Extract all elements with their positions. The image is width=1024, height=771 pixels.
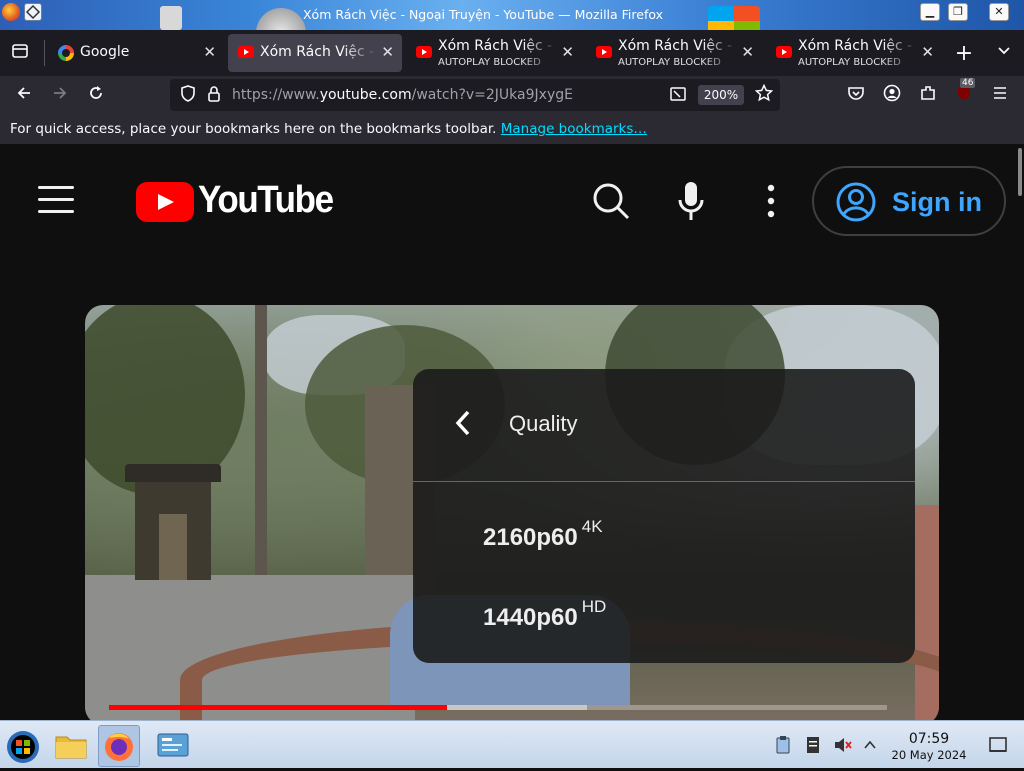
notes-icon[interactable] (804, 735, 822, 759)
close-tab-icon[interactable]: ✕ (921, 43, 934, 61)
system-settings-icon[interactable] (152, 725, 194, 767)
youtube-wordmark: YouTube (198, 179, 334, 221)
extensions-icon[interactable] (916, 84, 940, 107)
tab-strip: Google ✕ Xóm Rách Việc - N ✕ Xóm Rách Vi… (0, 30, 1024, 76)
bookmarks-message: For quick access, place your bookmarks h… (10, 121, 647, 137)
clipboard-icon[interactable] (774, 735, 792, 759)
window-titlebar: Xóm Rách Việc - Ngoại Truyện - YouTube —… (0, 0, 1024, 30)
zoom-level-button[interactable]: 200% (698, 85, 744, 105)
tab-fade (702, 34, 738, 72)
quality-option-label: 1440p60 (483, 604, 578, 631)
window-title: Xóm Rách Việc - Ngoại Truyện - YouTube —… (302, 7, 664, 22)
quality-option-2160p60[interactable]: 2160p60 4K (483, 517, 603, 552)
account-icon[interactable] (880, 84, 904, 107)
tab-fade (342, 34, 378, 72)
close-tab-icon[interactable]: ✕ (203, 43, 216, 61)
navigation-toolbar: https://www.youtube.com/watch?v=2JUka9Jx… (0, 76, 1024, 114)
tab-youtube-2[interactable]: Xóm Rách Việc - N AUTOPLAY BLOCKED ✕ (406, 34, 582, 72)
youtube-play-icon (136, 182, 194, 222)
bookmark-star-icon[interactable] (752, 83, 776, 107)
manage-bookmarks-link[interactable]: Manage bookmarks… (501, 121, 647, 137)
youtube-icon (416, 46, 432, 58)
hamburger-menu-icon[interactable] (38, 186, 74, 214)
tab-fade (522, 34, 558, 72)
user-avatar-icon (836, 182, 876, 226)
extension-badge: 46 (960, 78, 976, 88)
sign-in-label: Sign in (892, 187, 982, 217)
video-progress-bar[interactable] (109, 705, 887, 710)
chevron-up-icon[interactable] (862, 737, 878, 757)
pocket-icon[interactable] (844, 84, 868, 107)
more-options-icon[interactable] (766, 184, 776, 222)
volume-muted-icon[interactable] (832, 735, 852, 759)
taskbar: 07:59 20 May 2024 (0, 720, 1024, 768)
ublock-icon[interactable]: 46 (952, 78, 976, 107)
tab-google[interactable]: Google ✕ (48, 34, 224, 72)
youtube-icon (238, 46, 254, 58)
url-bar[interactable]: https://www.youtube.com/watch?v=2JUka9Jx… (170, 79, 780, 111)
youtube-page: YouTube Sign in Quality 2160p60 4K 1440p… (0, 144, 1024, 720)
video-scene (125, 464, 221, 580)
youtube-icon (596, 46, 612, 58)
back-icon[interactable] (12, 84, 36, 107)
sign-in-button[interactable]: Sign in (812, 166, 1006, 236)
lock-icon[interactable] (202, 85, 226, 108)
minimize-button[interactable]: ▁ (920, 3, 940, 21)
file-manager-icon[interactable] (50, 725, 92, 767)
quality-option-1440p60[interactable]: 1440p60 HD (483, 597, 606, 632)
clock[interactable]: 07:59 20 May 2024 (886, 731, 972, 762)
picture-in-picture-icon[interactable] (666, 85, 690, 108)
reload-icon[interactable] (84, 84, 108, 107)
back-chevron-icon[interactable] (453, 409, 473, 444)
clock-time: 07:59 (908, 731, 950, 747)
quality-menu-title: Quality (509, 411, 578, 436)
page-scrollbar[interactable] (1018, 148, 1022, 196)
google-icon (58, 45, 74, 61)
search-icon[interactable] (592, 182, 630, 224)
close-tab-icon[interactable]: ✕ (381, 43, 394, 61)
tab-youtube-3[interactable]: Xóm Rách Việc - N AUTOPLAY BLOCKED ✕ (586, 34, 762, 72)
new-tab-icon[interactable]: + (952, 41, 976, 66)
quality-option-label: 2160p60 (483, 524, 578, 551)
close-tab-icon[interactable]: ✕ (561, 43, 574, 61)
tab-youtube-active[interactable]: Xóm Rách Việc - N ✕ (228, 34, 402, 72)
quality-badge: HD (581, 597, 607, 616)
show-desktop-icon[interactable] (988, 735, 1008, 759)
chevron-down-icon[interactable] (992, 42, 1016, 62)
tab-label: Google (80, 44, 130, 60)
tab-divider (44, 40, 45, 66)
forward-icon[interactable] (48, 84, 72, 107)
quality-menu-divider (413, 481, 915, 482)
menu-icon[interactable] (988, 84, 1012, 107)
clock-date: 20 May 2024 (891, 748, 967, 762)
url-text[interactable]: https://www.youtube.com/watch?v=2JUka9Jx… (232, 87, 573, 103)
tab-fade (882, 34, 918, 72)
maximize-button[interactable]: ❐ (948, 3, 968, 21)
video-played-bar (109, 705, 447, 710)
tab-youtube-4[interactable]: Xóm Rách Việc - N AUTOPLAY BLOCKED ✕ (766, 34, 942, 72)
close-window-button[interactable]: ✕ (989, 3, 1009, 21)
shield-icon[interactable] (176, 85, 200, 108)
microphone-icon[interactable] (676, 180, 706, 226)
bookmarks-hint: For quick access, place your bookmarks h… (10, 121, 497, 137)
tab-list-icon[interactable] (8, 42, 32, 65)
quality-menu: Quality 2160p60 4K 1440p60 HD (413, 369, 915, 663)
firefox-taskbar-icon[interactable] (98, 725, 140, 767)
start-button[interactable] (2, 725, 44, 767)
youtube-icon (776, 46, 792, 58)
close-tab-icon[interactable]: ✕ (741, 43, 754, 61)
bookmarks-toolbar: For quick access, place your bookmarks h… (0, 114, 1024, 144)
quality-badge: 4K (581, 517, 603, 536)
